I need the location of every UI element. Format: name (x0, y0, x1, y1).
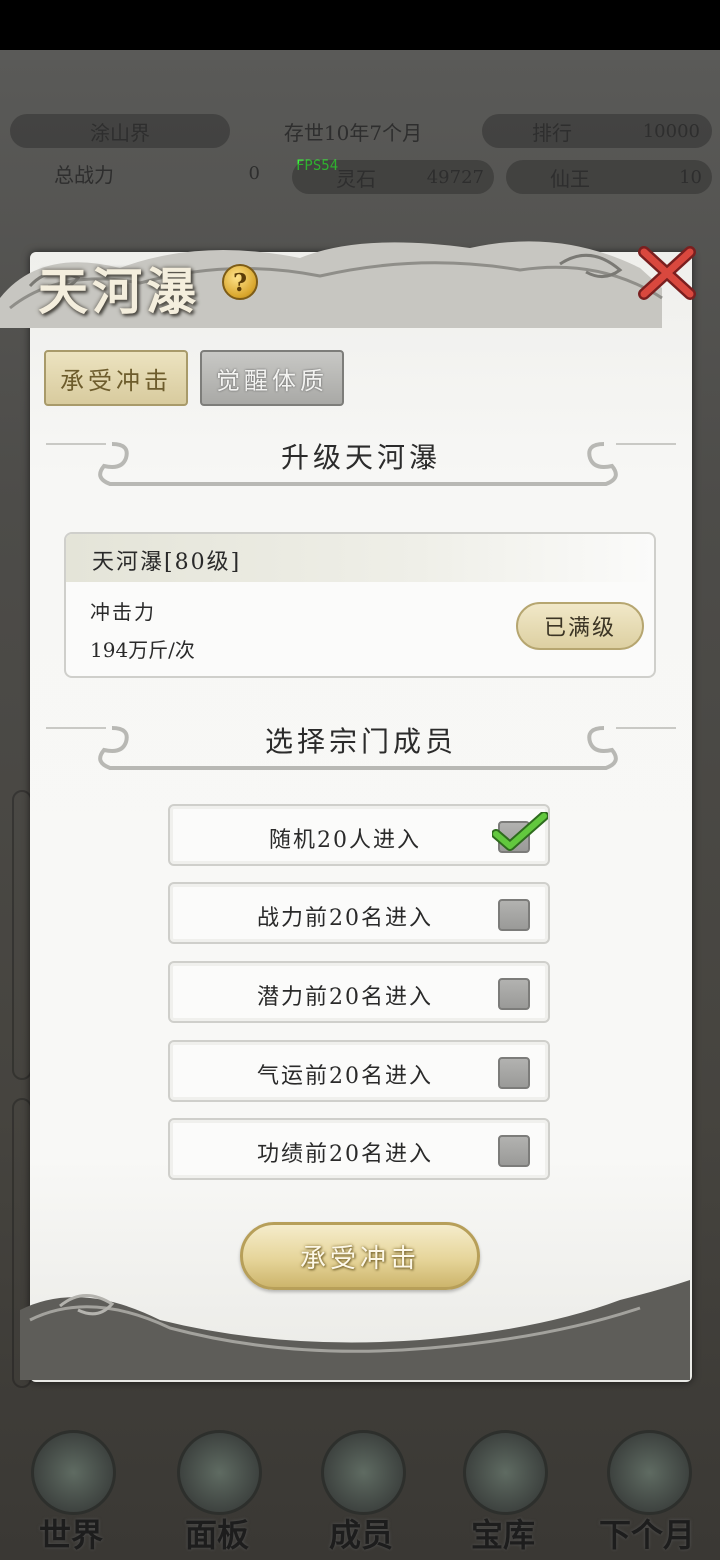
confirm-label: 承受冲击 (299, 1243, 420, 1274)
tab-label: 觉醒体质 (216, 366, 328, 395)
option-top-merit[interactable]: 功绩前20名进入 (168, 1118, 550, 1180)
upgrade-section-title: 升级天河瀑 (280, 441, 441, 474)
stone-pill[interactable]: 灵石 49727 (292, 160, 494, 194)
immortal-label: 仙王 (550, 166, 590, 191)
moon-icon (607, 1430, 692, 1515)
option-random-20[interactable]: 随机20人进入 (168, 804, 550, 866)
close-button[interactable] (636, 242, 698, 304)
taiji-icon (463, 1430, 548, 1515)
tab-withstand-impact[interactable]: 承受冲击 (44, 350, 188, 406)
nav-label: 下个月 (598, 1516, 695, 1554)
nav-panel[interactable]: 面板 (152, 1420, 282, 1560)
disciple-icon (321, 1430, 406, 1515)
realm-label: 涂山界 (90, 120, 150, 145)
scroll-icon (177, 1430, 262, 1515)
option-label: 功绩前20名进入 (257, 1142, 433, 1167)
withstand-impact-button[interactable]: 承受冲击 (240, 1222, 480, 1290)
nav-next-month[interactable]: 下个月 (582, 1420, 712, 1560)
background-panel-left (12, 790, 32, 1080)
nav-label: 成员 (328, 1516, 393, 1554)
nav-label: 面板 (184, 1516, 249, 1554)
help-button[interactable]: ? (222, 264, 258, 300)
question-icon: ? (232, 267, 248, 297)
option-top-potential[interactable]: 潜力前20名进入 (168, 961, 550, 1023)
tab-awaken-physique[interactable]: 觉醒体质 (200, 350, 344, 406)
rank-pill[interactable]: 排行 10000 (482, 114, 712, 148)
checkbox[interactable] (498, 1135, 530, 1167)
impact-label: 冲击力 (90, 600, 156, 624)
power-value: 0 (248, 162, 260, 184)
dialog-title: 天河瀑 (38, 262, 200, 321)
tab-label: 承受冲击 (60, 366, 172, 395)
close-icon (638, 246, 696, 300)
option-label: 随机20人进入 (269, 828, 421, 853)
nav-world[interactable]: 世界 (6, 1420, 136, 1560)
rank-value: 10000 (642, 120, 700, 142)
stone-value: 49727 (426, 166, 484, 188)
nav-label: 世界 (38, 1516, 103, 1554)
option-top-power[interactable]: 战力前20名进入 (168, 882, 550, 944)
world-icon (31, 1430, 116, 1515)
power-display: 总战力 0 (10, 156, 270, 190)
bottom-nav: 世界 面板 成员 宝库 下个月 (0, 1420, 720, 1560)
immortal-pill[interactable]: 仙王 10 (506, 160, 712, 194)
realm-pill[interactable]: 涂山界 (10, 114, 230, 148)
max-level-label: 已满级 (543, 616, 616, 641)
stone-label: 灵石 (336, 166, 376, 191)
power-label: 总战力 (54, 162, 114, 187)
cloud-ornament-bottom (20, 1280, 690, 1380)
nav-members[interactable]: 成员 (296, 1420, 426, 1560)
age-label: 存世10年7个月 (283, 120, 423, 145)
age-display: 存世10年7个月 (238, 114, 468, 148)
nav-label: 宝库 (470, 1516, 535, 1554)
option-top-luck[interactable]: 气运前20名进入 (168, 1040, 550, 1102)
option-label: 战力前20名进入 (257, 906, 433, 931)
select-section-title: 选择宗门成员 (264, 725, 457, 758)
facility-info-card: 天河瀑[80级] 冲击力 194万斤/次 已满级 (64, 532, 656, 678)
checkbox[interactable] (498, 899, 530, 931)
checkbox[interactable] (498, 1057, 530, 1089)
checkbox[interactable] (498, 978, 530, 1010)
facility-name: 天河瀑[80级] (92, 550, 242, 575)
nav-treasury[interactable]: 宝库 (438, 1420, 568, 1560)
impact-value: 194万斤/次 (90, 638, 195, 662)
max-level-button[interactable]: 已满级 (516, 602, 644, 650)
rank-label: 排行 (532, 120, 572, 145)
option-label: 气运前20名进入 (257, 1064, 433, 1089)
option-label: 潜力前20名进入 (257, 985, 433, 1010)
checkmark-icon (492, 812, 548, 851)
status-bar (0, 0, 720, 50)
immortal-value: 10 (679, 166, 702, 188)
